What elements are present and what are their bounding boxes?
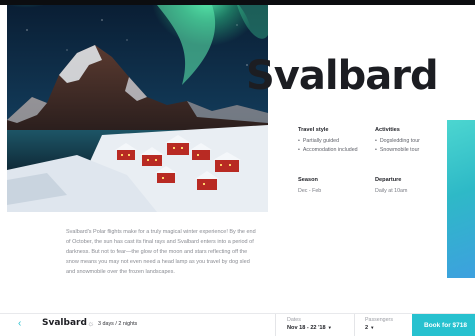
season-block: Season Dec - Feb	[298, 177, 321, 194]
departure-block: Departure Daily at 10am	[375, 177, 407, 194]
dates-value: Nov 18 - 22 '18	[287, 325, 326, 331]
passengers-value: 2	[365, 325, 369, 331]
app-frame: Svalbard Travel style Partially guided A…	[0, 0, 475, 336]
activities-heading: Activities	[375, 127, 400, 133]
passengers-label: Passengers	[365, 317, 393, 323]
dates-label: Dates	[287, 317, 301, 323]
travel-style-item: Partially guided	[298, 138, 358, 144]
divider	[354, 314, 355, 336]
back-chevron-icon[interactable]: ‹	[18, 318, 21, 329]
book-button[interactable]: Book for $718	[412, 314, 475, 336]
departure-value: Daily at 10am	[375, 188, 408, 194]
activities-block: Activities Dogsledding tour Snowmobile t…	[375, 127, 420, 156]
hero-image	[7, 5, 268, 212]
destination-title: Svalbard	[246, 53, 439, 99]
activities-item: Snowmobile tour	[375, 147, 420, 153]
activities-item: Dogsledding tour	[375, 138, 420, 144]
caret-down-icon: ▾	[371, 325, 374, 330]
travel-style-block: Travel style Partially guided Accomodati…	[298, 127, 358, 156]
dates-select[interactable]: Nov 18 - 22 '18 ▾	[287, 325, 331, 331]
departure-heading: Departure	[375, 177, 402, 183]
booking-bar: ‹ Svalbard ☼ 3 days / 2 nights Dates Nov…	[0, 313, 475, 336]
travel-style-item: Accomodation included	[298, 147, 358, 153]
next-destination-card[interactable]	[447, 120, 475, 278]
season-value: Dec - Feb	[298, 188, 322, 194]
passengers-select[interactable]: 2 ▾	[365, 325, 373, 331]
season-heading: Season	[298, 177, 318, 183]
sun-icon: ☼	[87, 319, 95, 328]
booking-title: Svalbard	[42, 318, 87, 328]
trip-duration: 3 days / 2 nights	[98, 321, 138, 327]
divider	[275, 314, 276, 336]
description-text: Svalbard's Polar flights make for a trul…	[66, 229, 256, 275]
travel-style-heading: Travel style	[298, 127, 329, 133]
caret-down-icon: ▾	[328, 325, 331, 330]
aurora-landscape-illustration	[7, 5, 268, 212]
